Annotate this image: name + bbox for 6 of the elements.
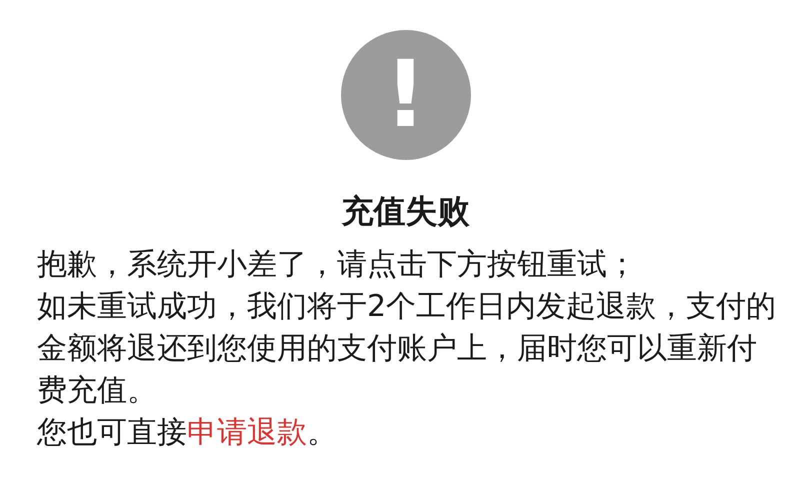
message-text: 您也可直接申请退款。 <box>37 414 338 452</box>
dialog-title: 充值失败 <box>342 191 470 232</box>
warning-icon: ! <box>340 30 470 160</box>
refund-link[interactable]: 申请退款 <box>187 415 307 450</box>
message-text: 抱歉，系统开小差了，请点击下方按钮重试； <box>37 246 638 284</box>
message-text: 如未重试成功，我们将于2个工作日内发起退款，支付的金额将退还到您使用的支付账户上，届时您可以重新付费充值。 <box>37 288 778 410</box>
